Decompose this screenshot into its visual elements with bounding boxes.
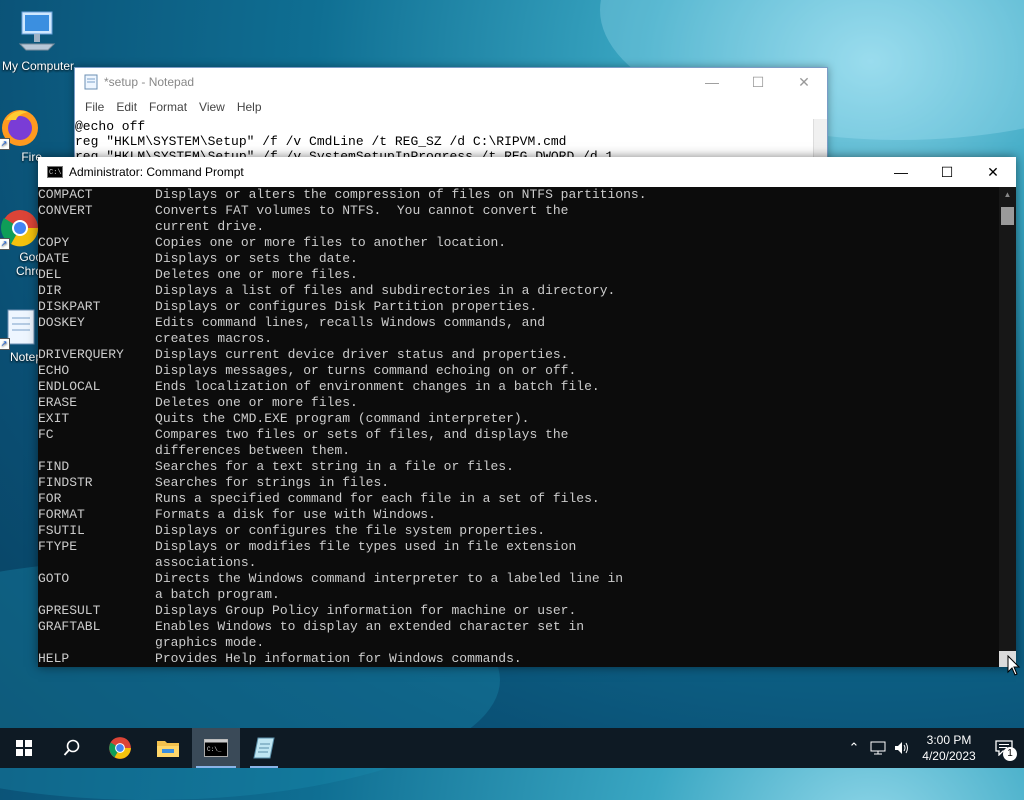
search-icon	[63, 739, 80, 756]
notepad-title: *setup - Notepad	[104, 75, 195, 89]
desktop-icon-firefox[interactable]: ↗ Fire	[0, 106, 42, 164]
notepad-window[interactable]: *setup - Notepad — ☐ ✕ File Edit Format …	[74, 67, 828, 169]
menu-view[interactable]: View	[193, 100, 231, 114]
cmd-output-line: DIR Displays a list of files and subdire…	[38, 283, 616, 298]
shortcut-arrow-icon: ↗	[0, 338, 10, 350]
cmd-output-line: DISKPART Displays or configures Disk Par…	[38, 299, 538, 314]
cmd-output-line: FC Compares two files or sets of files, …	[38, 427, 569, 442]
cmd-output-line: CONVERT Converts FAT volumes to NTFS. Yo…	[38, 203, 569, 218]
computer-icon	[18, 11, 56, 51]
cmd-scrollbar[interactable]: ▲	[999, 187, 1016, 667]
cmd-output-line: DRIVERQUERY Displays current device driv…	[38, 347, 569, 362]
volume-icon[interactable]	[890, 728, 914, 768]
cmd-output-line: DATE Displays or sets the date.	[38, 251, 358, 266]
desktop-icon-label: Notep	[9, 350, 42, 364]
show-hidden-icons-chevron-icon[interactable]: ⌃	[842, 728, 866, 768]
desktop-icon-notepad[interactable]: ↗ Notep	[0, 306, 42, 364]
taskbar-notepad[interactable]	[240, 728, 288, 768]
cmd-output-line: GPRESULT Displays Group Policy informati…	[38, 603, 577, 618]
cmd-output-line: FOR Runs a specified command for each fi…	[38, 491, 600, 506]
notepad-titlebar[interactable]: *setup - Notepad — ☐ ✕	[75, 68, 827, 96]
cmd-output-line: FORMAT Formats a disk for use with Windo…	[38, 507, 436, 522]
cmd-output-line: graphics mode.	[38, 635, 265, 650]
cmd-output-line: HELP Provides Help information for Windo…	[38, 651, 522, 666]
notepad-line: @echo off	[75, 119, 146, 134]
cmd-output-line: ENDLOCAL Ends localization of environmen…	[38, 379, 600, 394]
menu-edit[interactable]: Edit	[110, 100, 143, 114]
cmd-output-line: FSUTIL Displays or configures the file s…	[38, 523, 546, 538]
cmd-window[interactable]: C:\ Administrator: Command Prompt — ☐ ✕ …	[38, 157, 1016, 667]
scroll-thumb[interactable]	[1001, 207, 1014, 225]
clock-date: 4/20/2023	[922, 749, 976, 763]
menu-help[interactable]: Help	[231, 100, 268, 114]
folder-icon	[157, 741, 179, 757]
minimize-button[interactable]: —	[689, 68, 735, 96]
windows-logo-icon	[16, 740, 32, 756]
cmd-app-icon: C:\	[47, 166, 63, 178]
system-tray: ⌃ 3:00 PM 4/20/2023 1	[842, 728, 1024, 768]
cmd-output-line: GOTO Directs the Windows command interpr…	[38, 571, 624, 586]
maximize-button[interactable]: ☐	[924, 157, 970, 187]
maximize-button[interactable]: ☐	[735, 68, 781, 96]
taskbar-file-explorer[interactable]	[144, 728, 192, 768]
mouse-cursor-icon	[1007, 655, 1021, 676]
minimize-button[interactable]: —	[878, 157, 924, 187]
cmd-output-line: GRAFTABL Enables Windows to display an e…	[38, 619, 585, 634]
svg-text:C:\_: C:\_	[207, 746, 222, 753]
start-button[interactable]	[0, 728, 48, 768]
action-center-button[interactable]: 1	[984, 728, 1024, 768]
shortcut-arrow-icon: ↗	[0, 238, 10, 250]
terminal-icon: C:\_	[204, 739, 228, 757]
cmd-output-line: a batch program.	[38, 587, 280, 602]
cmd-output-line: creates macros.	[38, 331, 273, 346]
notepad-app-icon	[84, 74, 98, 90]
notepad-menubar: File Edit Format View Help	[75, 96, 827, 118]
scroll-up-arrow-icon[interactable]: ▲	[999, 187, 1016, 203]
clock-time: 3:00 PM	[926, 733, 972, 747]
close-button[interactable]: ✕	[781, 68, 827, 96]
notepad-icon	[253, 737, 275, 759]
desktop-icon-label: Fire	[21, 150, 42, 164]
cmd-output-line: FIND Searches for a text string in a fil…	[38, 459, 514, 474]
cmd-output-line: EXIT Quits the CMD.EXE program (command …	[38, 411, 530, 426]
taskbar-chrome[interactable]	[96, 728, 144, 768]
desktop-icon-chrome[interactable]: ↗ Goo Chro	[0, 206, 42, 278]
cmd-output-line: COMPACT Displays or alters the compressi…	[38, 187, 647, 202]
cmd-title: Administrator: Command Prompt	[69, 165, 244, 179]
cmd-output-line: FTYPE Displays or modifies file types us…	[38, 539, 577, 554]
desktop-icon-my-computer[interactable]: My Computer	[0, 10, 76, 73]
cmd-console-output[interactable]: COMPACT Displays or alters the compressi…	[38, 187, 999, 667]
cmd-output-line: ECHO Displays messages, or turns command…	[38, 363, 577, 378]
taskbar: C:\_ ⌃ 3:00 PM 4/20/2023 1	[0, 728, 1024, 768]
shortcut-arrow-icon: ↗	[0, 138, 10, 150]
notification-badge: 1	[1003, 747, 1017, 761]
menu-format[interactable]: Format	[143, 100, 193, 114]
cmd-titlebar[interactable]: C:\ Administrator: Command Prompt — ☐ ✕	[38, 157, 1016, 187]
search-button[interactable]	[48, 728, 96, 768]
cmd-output-line: differences between them.	[38, 443, 351, 458]
cmd-output-line: associations.	[38, 555, 257, 570]
close-button[interactable]: ✕	[970, 157, 1016, 187]
cmd-output-line: current drive.	[38, 219, 265, 234]
notepad-line: reg "HKLM\SYSTEM\Setup" /f /v CmdLine /t…	[75, 134, 567, 149]
desktop-icon-label: My Computer	[1, 59, 75, 73]
network-icon[interactable]	[866, 728, 890, 768]
cmd-output-line: COPY Copies one or more files to another…	[38, 235, 507, 250]
chrome-icon	[109, 737, 131, 759]
taskbar-clock[interactable]: 3:00 PM 4/20/2023	[914, 732, 984, 764]
taskbar-command-prompt[interactable]: C:\_	[192, 728, 240, 768]
cmd-output-line: FINDSTR Searches for strings in files.	[38, 475, 390, 490]
cmd-output-line: DEL Deletes one or more files.	[38, 267, 358, 282]
cmd-output-line: ERASE Deletes one or more files.	[38, 395, 358, 410]
menu-file[interactable]: File	[79, 100, 110, 114]
cmd-output-line: DOSKEY Edits command lines, recalls Wind…	[38, 315, 546, 330]
